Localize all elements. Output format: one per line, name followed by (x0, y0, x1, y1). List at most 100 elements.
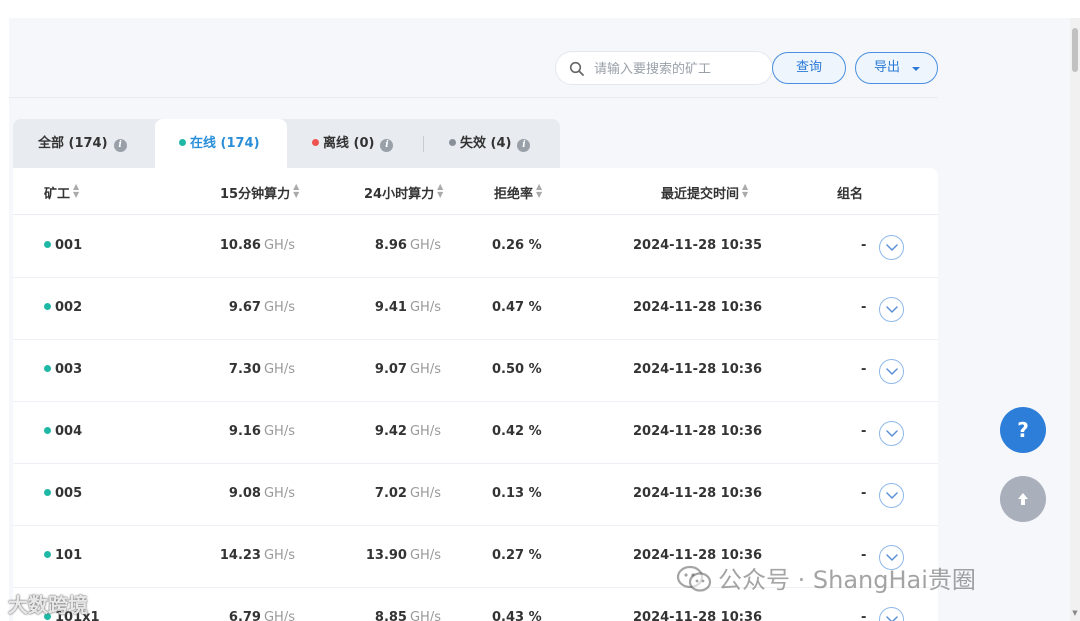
group-value: - (861, 300, 867, 315)
reject-rate-cell: 0.43 % (492, 610, 542, 621)
reject-rate-cell: 0.42 % (492, 424, 542, 439)
sort-icon[interactable]: ▲ ▼ (293, 183, 299, 199)
online-dot-icon (44, 365, 51, 372)
reject-rate-value: 0.42 % (492, 424, 542, 439)
invalid-dot-icon (449, 139, 456, 146)
worker-name-cell[interactable]: 002 (44, 300, 82, 315)
hashrate-15m-cell: 9.08 GH/s (229, 486, 295, 501)
hashrate-15m-cell: 9.67 GH/s (229, 300, 295, 315)
worker-name-cell[interactable]: 005 (44, 486, 82, 501)
tab-invalid-label: 失效 (4) (460, 136, 512, 151)
wechat-watermark: 公众号 · ShangHai贵圈 (676, 560, 976, 594)
chevron-down-icon (886, 244, 898, 251)
expand-row-button[interactable] (879, 607, 904, 621)
reject-rate-cell: 0.13 % (492, 486, 542, 501)
expand-row-button[interactable] (879, 483, 904, 508)
offline-dot-icon (312, 139, 319, 146)
info-icon[interactable]: i (380, 139, 394, 152)
hashrate-24h-cell: 9.42 GH/s (375, 424, 441, 439)
expand-row-button[interactable] (879, 421, 904, 446)
group-value: - (861, 362, 867, 377)
hashrate-15m-cell: 7.30 GH/s (229, 362, 295, 377)
brand-watermark-text: 大数跨境 (8, 593, 88, 617)
query-button[interactable]: 查询 (772, 52, 846, 84)
hashrate-15m-cell: 14.23 GH/s (220, 548, 295, 563)
status-tabs: 全部 (174) i 在线 (174) 离线 (0) i 失效 (4) i (13, 119, 560, 168)
hashrate-15m-value: 10.86 (219, 238, 261, 253)
hashrate-24h-cell: 13.90 GH/s (366, 548, 441, 563)
hashrate-24h-cell: 9.07 GH/s (375, 362, 441, 377)
sort-icon[interactable]: ▲ ▼ (437, 183, 443, 199)
worker-name: 101 (55, 548, 83, 563)
expand-row-button[interactable] (879, 359, 904, 384)
reject-rate-value: 0.43 % (492, 610, 542, 621)
hashrate-15m-value: 9.67 (228, 300, 261, 315)
chevron-down-icon (886, 306, 898, 313)
scrollbar-thumb[interactable] (1072, 28, 1078, 72)
info-icon[interactable]: i (517, 139, 531, 152)
window-left-strip (0, 0, 9, 621)
online-dot-icon (44, 489, 51, 496)
hashrate-15m-value: 9.08 (228, 486, 261, 501)
header-label: 拒绝率 (494, 187, 534, 202)
online-dot-icon (179, 139, 186, 146)
worker-name-cell[interactable]: 004 (44, 424, 82, 439)
worker-name: 003 (55, 362, 83, 377)
group-cell: - (861, 362, 866, 377)
header-label: 15分钟算力 (220, 187, 291, 202)
table-row[interactable]: 001 10.86 GH/s 8.96 GH/s 0.26 % 2024-11-28 10:… (13, 216, 938, 278)
back-to-top-button[interactable] (1000, 476, 1046, 522)
chevron-down-icon (886, 430, 898, 437)
help-button[interactable]: ? (1000, 407, 1046, 453)
table-row[interactable]: 002 9.67 GH/s 9.41 GH/s 0.47 % 2024-11-28 10:3… (13, 278, 938, 340)
last-submit-cell: 2024-11-28 10:36 (633, 424, 762, 439)
vertical-scrollbar[interactable]: ▼ (1070, 18, 1080, 621)
search-input[interactable] (594, 59, 764, 79)
toolbar-divider (9, 97, 938, 98)
caret-down-icon (912, 67, 920, 71)
expand-row-button[interactable] (879, 297, 904, 322)
hashrate-unit: GH/s (409, 548, 441, 563)
expand-row-button[interactable] (879, 235, 904, 260)
export-button-label: 导出 (874, 60, 901, 75)
column-header-worker[interactable]: 矿工▲ ▼ (44, 183, 79, 203)
column-header-last-submit[interactable]: 最近提交时间▲ ▼ (661, 183, 748, 203)
tab-invalid[interactable]: 失效 (4) i (449, 119, 531, 168)
worker-name: 005 (55, 486, 83, 501)
export-button[interactable]: 导出 (855, 52, 938, 84)
table-row[interactable]: 005 9.08 GH/s 7.02 GH/s 0.13 % 2024-11-28 10:3… (13, 464, 938, 526)
hashrate-unit: GH/s (409, 300, 441, 315)
worker-name: 001 (55, 238, 83, 253)
last-submit-cell: 2024-11-28 10:36 (633, 300, 762, 315)
group-value: - (861, 486, 867, 501)
worker-name-cell[interactable]: 001 (44, 238, 82, 253)
hashrate-24h-value: 7.02 (374, 486, 407, 501)
last-submit-value: 2024-11-28 10:35 (633, 238, 763, 253)
wechat-icon (676, 565, 712, 592)
scroll-down-arrow-icon[interactable]: ▼ (1071, 609, 1079, 617)
search-box[interactable] (555, 51, 773, 85)
group-value: - (861, 424, 867, 439)
reject-rate-value: 0.47 % (492, 300, 542, 315)
column-header-group: 组名 (837, 183, 863, 202)
tab-all[interactable]: 全部 (174) i (38, 119, 127, 168)
table-row[interactable]: 003 7.30 GH/s 9.07 GH/s 0.50 % 2024-11-28 10:3… (13, 340, 938, 402)
tab-all-label: 全部 (174) (38, 136, 108, 151)
sort-icon[interactable]: ▲ ▼ (742, 183, 748, 199)
worker-name: 002 (55, 300, 83, 315)
group-cell: - (861, 238, 866, 253)
sort-icon[interactable]: ▲ ▼ (536, 183, 542, 199)
window-top-strip (0, 0, 1080, 18)
table-row[interactable]: 004 9.16 GH/s 9.42 GH/s 0.42 % 2024-11-28 10:3… (13, 402, 938, 464)
column-header-reject-rate[interactable]: 拒绝率▲ ▼ (494, 183, 542, 203)
column-header-hashrate-24h[interactable]: 24小时算力▲ ▼ (364, 183, 443, 203)
sort-icon[interactable]: ▲ ▼ (73, 183, 79, 199)
info-icon[interactable]: i (113, 139, 127, 152)
worker-name-cell[interactable]: 003 (44, 362, 82, 377)
hashrate-unit: GH/s (263, 486, 295, 501)
worker-name-cell[interactable]: 101 (44, 548, 82, 563)
column-header-hashrate-15m[interactable]: 15分钟算力▲ ▼ (220, 183, 299, 203)
tab-offline[interactable]: 离线 (0) i (312, 119, 394, 168)
tab-online[interactable]: 在线 (174) (155, 119, 287, 168)
group-cell: - (861, 486, 866, 501)
